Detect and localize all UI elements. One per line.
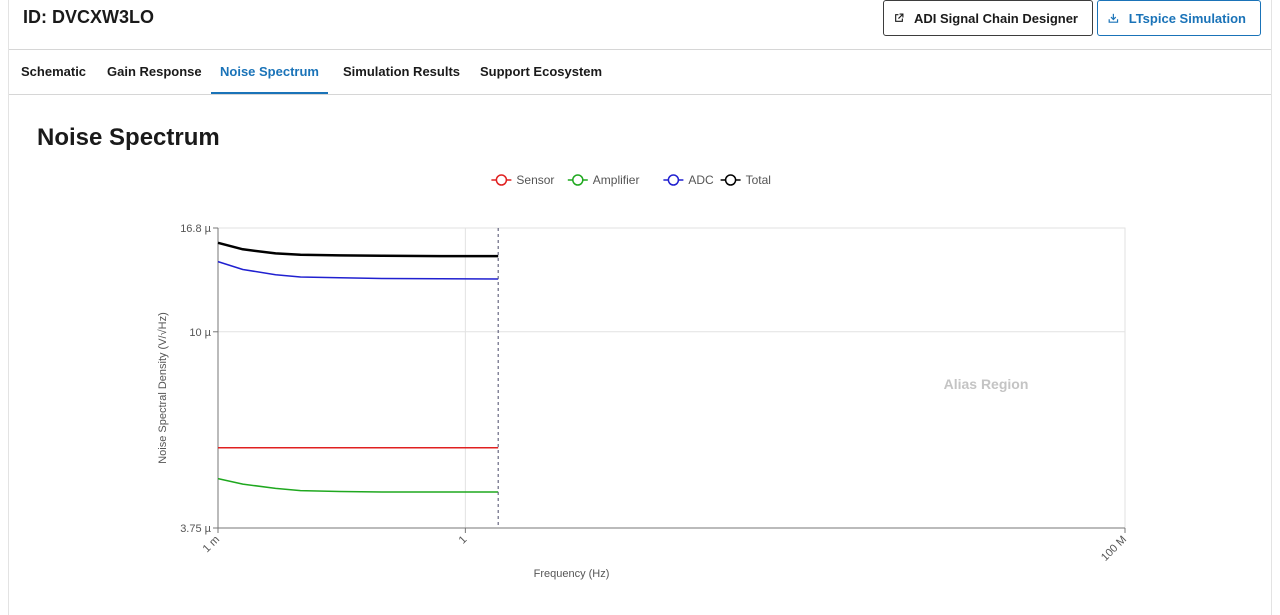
download-icon — [1108, 13, 1119, 23]
tab-noise-spectrum[interactable]: Noise Spectrum — [211, 50, 328, 94]
x-axis-title: Frequency (Hz) — [534, 568, 610, 580]
legend-swatch-marker-total — [724, 174, 737, 186]
legend-label-amplifier: Amplifier — [593, 173, 640, 187]
legend-swatch-marker-amplifier — [572, 174, 584, 186]
x-tick-label: 1 — [457, 534, 470, 547]
design-id: ID: DVCXW3LO — [23, 7, 155, 27]
adi-signal-chain-designer-button[interactable]: ADI Signal Chain Designer — [883, 0, 1093, 36]
alias-region-label: Alias Region — [944, 376, 1029, 392]
ltspice-simulation-button[interactable]: LTspice Simulation — [1097, 0, 1261, 36]
noise-spectrum-chart: 3.75 µ 10 µ 16.8 µ 1 m 1 100 M Frequency (Hz) N… — [157, 173, 1129, 580]
section-title: Noise Spectrum — [37, 124, 220, 151]
x-tick-label: 1 m — [201, 534, 222, 555]
y-tick-label: 16.8 µ — [180, 223, 211, 235]
tab-simulation-results[interactable]: Simulation Results — [343, 50, 460, 94]
legend-label-total: Total — [746, 173, 771, 187]
series-line-adc — [217, 260, 499, 280]
tab-bar: Schematic Gain Response Noise Spectrum S… — [9, 50, 1271, 95]
legend-label-adc: ADC — [688, 173, 714, 187]
series-line-amplifier — [217, 477, 499, 493]
tab-schematic[interactable]: Schematic — [21, 50, 86, 94]
y-tick-label: 3.75 µ — [180, 523, 211, 535]
tab-support-ecosystem[interactable]: Support Ecosystem — [480, 50, 602, 94]
y-axis-title: Noise Spectral Density (V/√Hz) — [157, 312, 169, 464]
page-header: ID: DVCXW3LO ADI Signal Chain Designer L… — [9, 0, 1271, 50]
legend-swatch-marker-sensor — [495, 174, 508, 186]
tab-gain-response[interactable]: Gain Response — [107, 50, 202, 94]
legend-label-sensor: Sensor — [516, 173, 554, 187]
x-tick-label: 100 M — [1099, 534, 1129, 564]
ltspice-button-label: LTspice Simulation — [1128, 10, 1246, 26]
designer-button-label: ADI Signal Chain Designer — [914, 10, 1078, 26]
external-link-icon — [895, 13, 904, 22]
legend-swatch-marker-adc — [667, 174, 680, 186]
series-line-total — [217, 241, 499, 258]
y-tick-label: 10 µ — [189, 327, 211, 339]
